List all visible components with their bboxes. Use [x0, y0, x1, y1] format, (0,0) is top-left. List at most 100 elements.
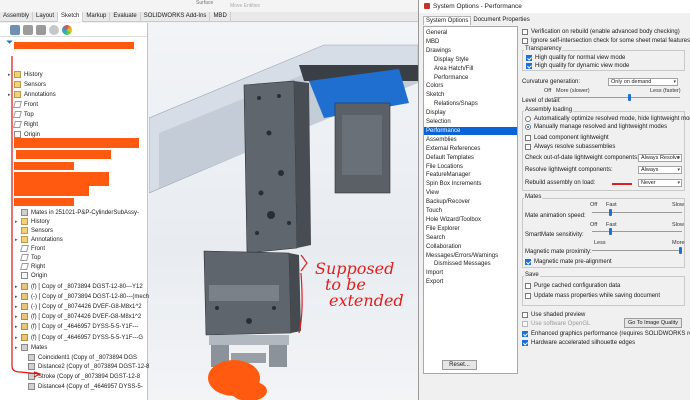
load-lightweight-checkbox[interactable]: [525, 135, 531, 142]
category-item[interactable]: Relations/Snaps: [432, 100, 517, 109]
tab-evaluate[interactable]: Evaluate: [110, 12, 141, 22]
category-item[interactable]: Collaboration: [424, 243, 517, 252]
category-item[interactable]: Export: [424, 278, 517, 287]
manual-manage-option[interactable]: Manually manage resolved and lightweight…: [525, 123, 667, 132]
tree-item[interactable]: Distance4 (Copy of _4646957 DYSS-5-: [22, 382, 143, 392]
tree-item[interactable]: ▸ History: [8, 70, 43, 80]
smartmate-slider[interactable]: [592, 228, 682, 235]
category-item[interactable]: File Locations: [424, 163, 517, 172]
category-item[interactable]: Assemblies: [424, 136, 517, 145]
appearance-icon[interactable]: [62, 25, 72, 35]
tab-mbd[interactable]: MBD: [210, 12, 231, 22]
enhanced-graphics-option[interactable]: Enhanced graphics performance (requires …: [522, 330, 690, 339]
tree-item[interactable]: Origin: [8, 130, 40, 140]
verify-rebuild-checkbox[interactable]: [522, 29, 528, 36]
tree-item[interactable]: Origin: [15, 271, 47, 281]
tree-item[interactable]: Right: [8, 120, 38, 130]
category-item[interactable]: Search: [424, 234, 517, 243]
shaded-preview-option[interactable]: Use shaded preview: [522, 311, 585, 320]
animation-speed-slider[interactable]: [592, 209, 682, 216]
tree-item[interactable]: ▸ (-) [ Copy of _8074426 DVEF-G8-M8x1^2: [15, 302, 142, 312]
surface-command[interactable]: Surface: [196, 0, 213, 6]
prealign-option[interactable]: Magnetic mate pre-alignment: [525, 258, 612, 267]
move-entities-command[interactable]: Move Entities: [230, 3, 260, 9]
category-item[interactable]: General: [424, 29, 517, 38]
transparency-dynamic-option[interactable]: High quality for dynamic view mode: [526, 62, 629, 71]
tab-system-options[interactable]: System Options: [423, 16, 472, 25]
curvature-select[interactable]: Only on demand: [608, 78, 678, 86]
tree-item[interactable]: ▸ (f) [ Copy of _8074426 DVEF-G8-M8x1^2: [15, 312, 141, 322]
transparency-normal-checkbox[interactable]: [526, 55, 532, 62]
slider-thumb[interactable]: [627, 94, 631, 101]
category-item[interactable]: Selection: [424, 118, 517, 127]
manual-manage-radio[interactable]: [525, 124, 531, 131]
enhanced-graphics-checkbox[interactable]: [522, 331, 528, 338]
category-item[interactable]: Area Hatch/Fill: [432, 65, 517, 74]
image-quality-button[interactable]: Go To Image Quality: [624, 318, 682, 328]
category-item[interactable]: Display Style: [432, 56, 517, 65]
resolve-lightweight-select[interactable]: Always: [638, 166, 682, 174]
category-item[interactable]: Messages/Errors/Warnings: [424, 252, 517, 261]
opengl-checkbox[interactable]: [522, 321, 528, 328]
category-item[interactable]: Performance: [432, 74, 517, 83]
category-item[interactable]: Default Templates: [424, 154, 517, 163]
category-item[interactable]: External References: [424, 145, 517, 154]
category-item[interactable]: Import: [424, 269, 517, 278]
proximity-slider[interactable]: [592, 247, 682, 254]
property-manager-icon[interactable]: [23, 25, 33, 35]
purge-checkbox[interactable]: [525, 283, 531, 290]
silhouette-option[interactable]: Hardware accelerated silhouette edges: [522, 339, 635, 348]
category-item[interactable]: Hole Wizard/Toolbox: [424, 216, 517, 225]
check-outdated-select[interactable]: Always Resolve: [638, 154, 682, 162]
tree-item[interactable]: ▸ (f) [ Copy of _8073894 DGST-12-80---Y12: [15, 282, 143, 292]
tab-layout[interactable]: Layout: [33, 12, 59, 22]
feature-manager-icon[interactable]: [10, 25, 20, 35]
category-item[interactable]: Backup/Recover: [424, 198, 517, 207]
tree-item[interactable]: Sensors: [8, 80, 46, 90]
update-mass-option[interactable]: Update mass properties while saving docu…: [525, 292, 660, 301]
category-item[interactable]: Touch: [424, 207, 517, 216]
tree-item[interactable]: ▸ (-) [ Copy of _8073894 DGST-12-80---(me…: [15, 292, 149, 302]
ignore-self-intersection-checkbox[interactable]: [522, 38, 528, 45]
crosshair-icon[interactable]: [49, 25, 59, 35]
shaded-preview-checkbox[interactable]: [522, 312, 528, 319]
purge-option[interactable]: Purge cached configuration data: [525, 282, 620, 291]
ignore-self-intersection-option[interactable]: Ignore self-intersection check for some …: [522, 37, 690, 46]
resolve-sub-option[interactable]: Always resolve subassemblies: [525, 143, 615, 152]
category-item[interactable]: FeatureManager: [424, 171, 517, 180]
slider-thumb[interactable]: [609, 209, 613, 216]
silhouette-checkbox[interactable]: [522, 340, 528, 347]
configuration-manager-icon[interactable]: [36, 25, 46, 35]
tree-item[interactable]: ▸ (f) [ Copy of _4646957 DYSS-5-5-Y1F---: [15, 322, 138, 332]
resolve-sub-checkbox[interactable]: [525, 144, 531, 151]
category-item[interactable]: Drawings: [424, 47, 517, 56]
reset-button[interactable]: Reset...: [442, 360, 477, 370]
tab-addins[interactable]: SOLIDWORKS Add-Ins: [141, 12, 211, 22]
tree-item[interactable]: ▸ Annotations: [8, 90, 56, 100]
tab-markup[interactable]: Markup: [83, 12, 111, 22]
tree-item[interactable]: ▸ Mates: [15, 343, 47, 353]
tree-item[interactable]: Stroke (Copy of _8073894 DGST-12-8: [22, 372, 140, 382]
load-lightweight-option[interactable]: Load component lightweight: [525, 134, 609, 143]
lod-slider[interactable]: [554, 94, 680, 101]
category-item[interactable]: Display: [424, 109, 517, 118]
rebuild-on-load-select[interactable]: Never: [638, 179, 682, 187]
tree-item[interactable]: ▸ (f) [ Copy of _4646957 DYSS-5-5-Y1F---G: [15, 333, 143, 343]
category-item[interactable]: Spin Box Increments: [424, 180, 517, 189]
category-item[interactable]: View: [424, 189, 517, 198]
category-item[interactable]: File Explorer: [424, 225, 517, 234]
tab-document-properties[interactable]: Document Properties: [471, 16, 531, 25]
opengl-option[interactable]: Use software OpenGL: [522, 320, 590, 329]
tree-item[interactable]: Top: [8, 110, 34, 120]
slider-thumb[interactable]: [679, 247, 682, 254]
verify-rebuild-option[interactable]: Verification on rebuild (enable advanced…: [522, 28, 680, 37]
update-mass-checkbox[interactable]: [525, 293, 531, 300]
category-item[interactable]: Performance: [424, 126, 517, 136]
auto-optimize-radio[interactable]: [525, 116, 531, 123]
transparency-dynamic-checkbox[interactable]: [526, 63, 532, 70]
prealign-checkbox[interactable]: [525, 259, 531, 266]
category-item[interactable]: Sketch: [424, 91, 517, 100]
tab-sketch[interactable]: Sketch: [58, 12, 84, 22]
graphics-area[interactable]: Supposed to be extended: [149, 23, 418, 400]
category-item[interactable]: Dismissed Messages: [432, 260, 517, 269]
